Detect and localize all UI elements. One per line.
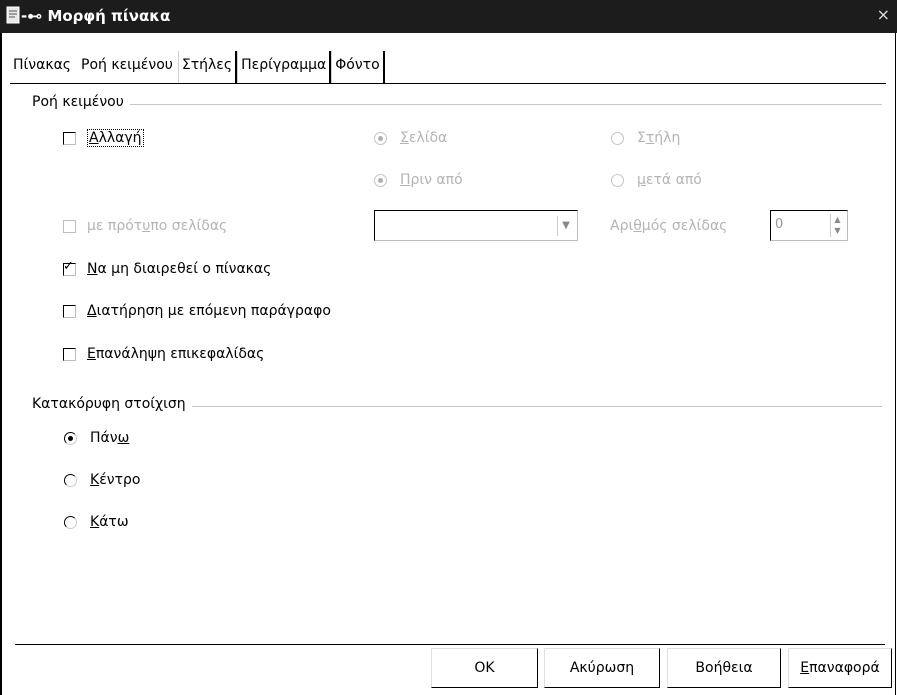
keep-with-next-label: Διατήρηση με επόμενη παράγραφο: [87, 303, 331, 319]
close-icon[interactable]: ×: [877, 5, 890, 24]
title-bar: -⊷ Μορφή πίνακα ×: [0, 0, 897, 33]
chevron-down-icon[interactable]: ▼: [557, 216, 574, 236]
align-top-radio[interactable]: [64, 431, 77, 445]
align-center-label: Κέντρο: [90, 472, 141, 488]
page-number-label: Αρι θ μός σελίδας: [610, 218, 728, 234]
align-top-label: Πάνω: [90, 430, 130, 446]
keep-with-next-row[interactable]: Διατήρηση με επόμενη παράγραφο: [63, 303, 331, 319]
window-title: -⊷ Μορφή πίνακα: [21, 7, 171, 25]
spin-arrows-icon[interactable]: ▲ ▼: [830, 214, 844, 237]
group-label-vertical-alignment: Κατακόρυφη στοίχιση: [32, 396, 192, 412]
check-icon: ✓: [63, 258, 74, 274]
column-radio[interactable]: [611, 131, 624, 145]
repeat-heading-checkbox[interactable]: [63, 347, 76, 361]
after-radio-row[interactable]: μετά από: [611, 172, 702, 188]
group-label-text-flow: Ροή κειμένου: [32, 94, 130, 110]
tab-baseline: [10, 83, 886, 84]
page-number-spinner[interactable]: 0 ▲ ▼: [770, 210, 848, 241]
page-style-dropdown[interactable]: ▼: [374, 210, 578, 241]
tab-table[interactable]: Πίνακας: [10, 51, 74, 83]
align-bottom-radio[interactable]: [64, 515, 77, 529]
align-top-row[interactable]: Πάνω: [64, 430, 129, 446]
after-radio[interactable]: [611, 173, 624, 187]
page-number-value[interactable]: 0: [775, 217, 783, 232]
cancel-button[interactable]: Ακύρωση: [544, 648, 660, 688]
group-divider: [32, 104, 882, 105]
align-center-radio[interactable]: [64, 473, 77, 487]
break-label: Αλλαγή: [87, 129, 144, 147]
after-radio-label: μετά από: [637, 172, 702, 188]
tab-background[interactable]: Φόντο: [331, 51, 385, 83]
keep-with-next-checkbox[interactable]: [63, 304, 76, 318]
before-radio[interactable]: [374, 173, 387, 187]
tab-borders[interactable]: Περίγραμμα: [237, 51, 332, 83]
reset-button[interactable]: Επαναφορά: [788, 648, 892, 688]
dialog-body: Πίνακας Ροή κειμένου Στήλες Περίγραμμα Φ…: [0, 33, 896, 695]
help-button[interactable]: Βοήθεια: [667, 648, 781, 688]
column-radio-label: Στήλη: [637, 130, 681, 146]
with-page-style-label: με πρότυπο σελίδας: [87, 218, 228, 234]
with-page-style-row[interactable]: με πρότυπο σελίδας: [63, 218, 227, 234]
tab-bar: Πίνακας Ροή κειμένου Στήλες Περίγραμμα Φ…: [10, 47, 385, 83]
no-split-label: Να μη διαιρεθεί ο πίνακας: [87, 261, 272, 277]
break-checkbox[interactable]: [63, 131, 76, 145]
repeat-heading-label: Επανάληψη επικεφαλίδας: [87, 346, 265, 362]
document-icon: [6, 6, 20, 24]
repeat-heading-row[interactable]: Επανάληψη επικεφαλίδας: [63, 346, 264, 362]
pin-icon[interactable]: -⊷: [21, 7, 47, 25]
align-bottom-row[interactable]: Κάτω: [64, 514, 129, 530]
no-split-row[interactable]: ✓ Να μη διαιρεθεί ο πίνακας: [63, 259, 272, 277]
ok-button[interactable]: OK: [431, 648, 538, 688]
align-bottom-label: Κάτω: [90, 514, 129, 530]
no-split-checkbox[interactable]: ✓: [63, 259, 76, 276]
break-checkbox-row[interactable]: Αλλαγή: [63, 129, 144, 147]
with-page-style-checkbox[interactable]: [63, 219, 76, 233]
button-bar-divider: [15, 644, 885, 645]
align-center-row[interactable]: Κέντρο: [64, 472, 140, 488]
before-radio-label: Πριν από: [400, 172, 463, 188]
page-radio-label: Σελίδα: [400, 130, 448, 146]
column-radio-row[interactable]: Στήλη: [611, 130, 680, 146]
page-radio-row[interactable]: Σελίδα: [374, 130, 447, 146]
tab-columns[interactable]: Στήλες: [177, 51, 238, 83]
tab-text-flow[interactable]: Ροή κειμένου: [78, 47, 176, 83]
before-radio-row[interactable]: Πριν από: [374, 172, 463, 188]
page-radio[interactable]: [374, 131, 387, 145]
